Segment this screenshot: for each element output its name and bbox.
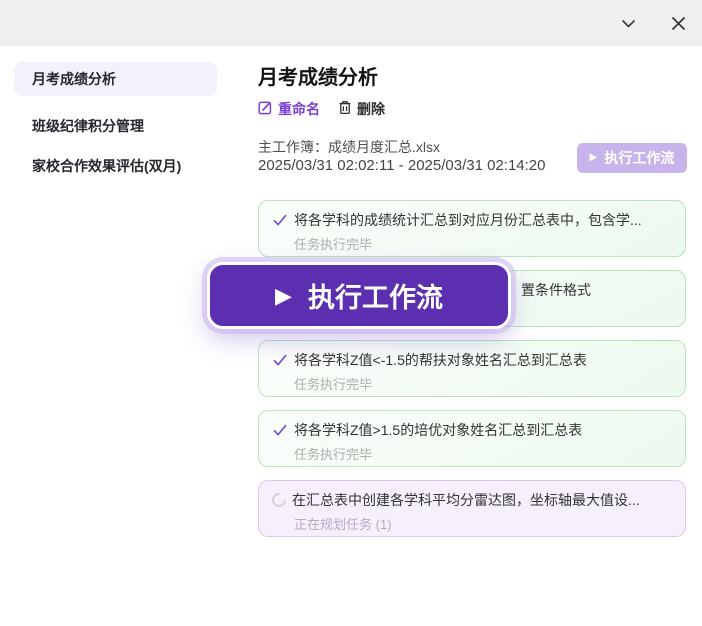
task-card-1[interactable]: 将各学科的成绩统计汇总到对应月份汇总表中，包含学... 任务执行完毕 bbox=[258, 200, 686, 257]
sidebar-item-class-discipline-points[interactable]: 班级纪律积分管理 bbox=[14, 109, 217, 143]
check-icon bbox=[272, 212, 288, 228]
play-icon: ▶ bbox=[590, 153, 598, 163]
close-button[interactable] bbox=[666, 11, 690, 35]
check-icon bbox=[272, 352, 288, 368]
run-workflow-overlay-button[interactable]: ▶ 执行工作流 bbox=[207, 262, 511, 329]
window-titlebar bbox=[0, 0, 702, 46]
edit-icon bbox=[258, 100, 273, 118]
run-workflow-overlay-label: 执行工作流 bbox=[308, 276, 443, 315]
task-text: 置条件格式 bbox=[521, 280, 591, 300]
play-icon: ▶ bbox=[275, 285, 292, 307]
rename-button[interactable]: 重命名 bbox=[258, 99, 320, 119]
workbook-label: 主工作簿：成绩月度汇总.xlsx bbox=[258, 137, 440, 157]
sidebar: 月考成绩分析 班级纪律积分管理 家校合作效果评估(双月) bbox=[14, 62, 217, 183]
task-text: 将各学科的成绩统计汇总到对应月份汇总表中，包含学... bbox=[294, 210, 642, 230]
task-status: 任务执行完毕 bbox=[294, 374, 672, 393]
close-icon bbox=[670, 15, 687, 32]
check-icon bbox=[272, 422, 288, 438]
sidebar-item-monthly-exam-analysis[interactable]: 月考成绩分析 bbox=[14, 62, 217, 96]
chevron-down-icon bbox=[619, 14, 638, 33]
sidebar-item-label: 月考成绩分析 bbox=[32, 69, 116, 89]
time-range: 2025/03/31 02:02:11 - 2025/03/31 02:14:2… bbox=[258, 157, 545, 174]
sidebar-item-label: 家校合作效果评估(双月) bbox=[32, 156, 181, 176]
sidebar-item-home-school-evaluation[interactable]: 家校合作效果评估(双月) bbox=[14, 149, 217, 183]
task-status: 正在规划任务 (1) bbox=[294, 514, 672, 533]
trash-icon bbox=[338, 100, 352, 118]
run-workflow-button[interactable]: ▶ 执行工作流 bbox=[577, 143, 687, 173]
delete-label: 删除 bbox=[357, 99, 385, 119]
task-text: 在汇总表中创建各学科平均分雷达图，坐标轴最大值设... bbox=[292, 490, 640, 510]
task-status: 任务执行完毕 bbox=[294, 234, 672, 253]
rename-label: 重命名 bbox=[278, 99, 320, 119]
run-workflow-label: 执行工作流 bbox=[604, 148, 674, 168]
delete-button[interactable]: 删除 bbox=[338, 99, 385, 119]
task-text: 将各学科Z值<-1.5的帮扶对象姓名汇总到汇总表 bbox=[294, 350, 587, 370]
header-actions: 重命名 删除 bbox=[258, 99, 385, 119]
task-status: 任务执行完毕 bbox=[294, 444, 672, 463]
sidebar-item-label: 班级纪律积分管理 bbox=[32, 116, 144, 136]
task-card-4[interactable]: 将各学科Z值>1.5的培优对象姓名汇总到汇总表 任务执行完毕 bbox=[258, 410, 686, 467]
task-text: 将各学科Z值>1.5的培优对象姓名汇总到汇总表 bbox=[294, 420, 582, 440]
task-card-5[interactable]: 在汇总表中创建各学科平均分雷达图，坐标轴最大值设... 正在规划任务 (1) bbox=[258, 480, 686, 537]
minimize-button[interactable] bbox=[616, 11, 640, 35]
task-list: 将各学科的成绩统计汇总到对应月份汇总表中，包含学... 任务执行完毕 置条件格式… bbox=[258, 200, 686, 550]
page-title: 月考成绩分析 bbox=[258, 61, 378, 90]
spinner-icon bbox=[272, 493, 286, 507]
task-card-3[interactable]: 将各学科Z值<-1.5的帮扶对象姓名汇总到汇总表 任务执行完毕 bbox=[258, 340, 686, 397]
